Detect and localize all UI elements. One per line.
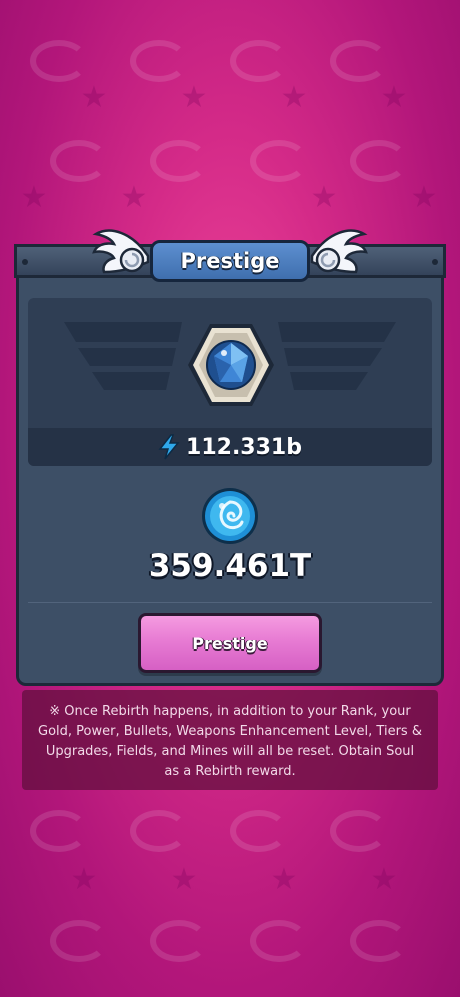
swirl-icon bbox=[230, 40, 288, 82]
swirl-icon bbox=[30, 810, 88, 852]
swirl-icon bbox=[330, 810, 388, 852]
soul-reward-value: 359.461T bbox=[148, 548, 312, 584]
diamond-gem-icon bbox=[188, 324, 274, 406]
swirl-icon bbox=[250, 140, 308, 182]
star-icon: ★ bbox=[180, 80, 208, 115]
swirl-icon bbox=[230, 810, 288, 852]
star-icon: ★ bbox=[280, 80, 308, 115]
star-icon: ★ bbox=[80, 80, 108, 115]
lightning-icon bbox=[158, 434, 180, 460]
swirl-icon bbox=[50, 140, 108, 182]
bolt-icon bbox=[22, 259, 28, 265]
star-icon: ★ bbox=[370, 862, 398, 897]
star-icon: ★ bbox=[70, 862, 98, 897]
prestige-button[interactable]: Prestige bbox=[138, 613, 322, 673]
star-icon: ★ bbox=[20, 180, 48, 215]
swirl-icon bbox=[130, 40, 188, 82]
swirl-icon bbox=[330, 40, 388, 82]
star-icon: ★ bbox=[310, 180, 338, 215]
swirl-icon bbox=[350, 140, 408, 182]
swirl-icon bbox=[150, 140, 208, 182]
star-icon: ★ bbox=[380, 80, 408, 115]
star-icon: ★ bbox=[410, 180, 438, 215]
swirl-icon bbox=[50, 920, 108, 962]
star-icon: ★ bbox=[120, 180, 148, 215]
wing-icon bbox=[92, 229, 150, 274]
swirl-icon bbox=[150, 920, 208, 962]
divider bbox=[28, 602, 432, 603]
rebirth-notice: ※ Once Rebirth happens, in addition to y… bbox=[22, 690, 438, 790]
power-value: 112.331b bbox=[186, 434, 302, 460]
star-icon: ★ bbox=[170, 862, 198, 897]
panel-title: Prestige bbox=[150, 240, 310, 282]
bolt-icon bbox=[432, 259, 438, 265]
swirl-icon bbox=[250, 920, 308, 962]
swirl-icon bbox=[350, 920, 408, 962]
swirl-icon bbox=[30, 40, 88, 82]
wing-icon bbox=[310, 229, 368, 274]
power-stat-bar: 112.331b bbox=[28, 428, 432, 466]
soul-orb-icon bbox=[202, 488, 258, 544]
star-icon: ★ bbox=[270, 862, 298, 897]
swirl-icon bbox=[130, 810, 188, 852]
